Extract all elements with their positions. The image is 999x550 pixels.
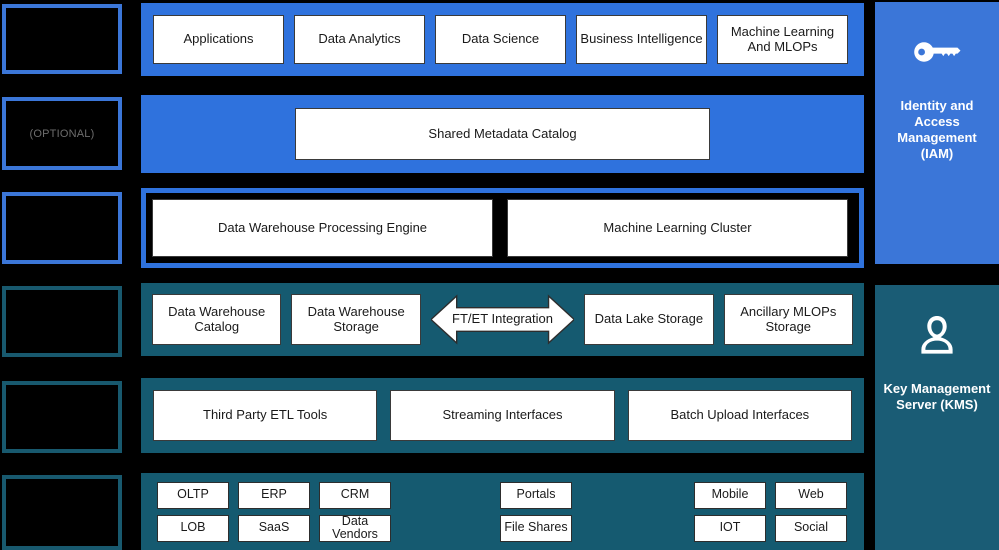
storage-cell-dw-storage-label: Data Warehouse Storage (307, 303, 405, 334)
storage-layer: Data Warehouse Catalog Data Warehouse St… (141, 283, 864, 356)
source-chip-mobile[interactable]: Mobile (694, 481, 766, 509)
source-chip-lob[interactable]: LOB (157, 514, 229, 542)
source-chip-web[interactable]: Web (775, 481, 847, 509)
ingestion-cell-batch-upload[interactable]: Batch Upload Interfaces (627, 390, 852, 441)
source-chip-file-shares-label: File Shares (504, 520, 568, 535)
source-chip-iot[interactable]: IOT (694, 514, 766, 542)
iam-panel-title: Identity and Access Management (IAM) (897, 98, 977, 161)
source-chip-data-vendors-label: Data Vendors (332, 513, 378, 541)
channel-sources: Mobile Web IOT Social (694, 481, 847, 542)
user-icon-glyph (921, 316, 953, 354)
storage-cell-data-lake[interactable]: Data Lake Storage (584, 294, 714, 345)
key-icon-glyph (914, 42, 961, 62)
source-chip-mobile-label: Mobile (711, 487, 749, 502)
content-sources-row-top: Portals (500, 481, 572, 509)
metadata-layer: Shared Metadata Catalog (141, 95, 864, 173)
processing-cell-ml-cluster-label: Machine Learning Cluster (603, 219, 752, 235)
metadata-cell-shared-catalog[interactable]: Shared Metadata Catalog (295, 108, 710, 160)
layer-stencil-6[interactable] (2, 475, 122, 550)
consumption-cell-applications-label: Applications (183, 31, 254, 47)
storage-cell-ancillary-mlops[interactable]: Ancillary MLOPs Storage (723, 294, 853, 345)
processing-cell-dw-engine-label: Data Warehouse Processing Engine (217, 219, 428, 235)
architecture-diagram: (OPTIONAL) Applications Data Analytics D… (0, 0, 999, 550)
ftet-integration-label: FT/ET Integration (452, 311, 553, 327)
consumption-cell-data-analytics-label: Data Analytics (318, 31, 401, 47)
ftet-integration-arrow[interactable]: FT/ET Integration (430, 294, 575, 345)
content-sources: Portals File Shares (500, 481, 572, 542)
source-chip-iot-label: IOT (719, 520, 741, 535)
source-chip-lob-label: LOB (180, 520, 206, 535)
user-icon (909, 315, 965, 355)
content-sources-row-bottom: File Shares (500, 514, 572, 542)
source-chip-crm-label: CRM (340, 487, 370, 502)
source-chip-social[interactable]: Social (775, 514, 847, 542)
source-chip-portals[interactable]: Portals (500, 481, 572, 509)
source-chip-portals-label: Portals (516, 487, 556, 502)
kms-panel-title: Key Management Server (KMS) (883, 381, 991, 412)
layer-stencil-5[interactable] (2, 381, 122, 453)
enterprise-sources-row-top: OLTP ERP CRM (157, 481, 391, 509)
consumption-cell-business-intelligence[interactable]: Business Intelligence (576, 15, 707, 64)
source-chip-erp-label: ERP (261, 487, 287, 502)
channel-sources-row-bottom: IOT Social (694, 514, 847, 542)
ingestion-cell-third-party-etl[interactable]: Third Party ETL Tools (153, 390, 378, 441)
consumption-cell-data-analytics[interactable]: Data Analytics (294, 15, 425, 64)
layer-stencil-2[interactable]: (OPTIONAL) (2, 97, 122, 170)
consumption-cell-machine-learning-mlops-label: Machine Learning And MLOPs (730, 23, 835, 54)
processing-cell-dw-engine[interactable]: Data Warehouse Processing Engine (152, 199, 493, 257)
ingestion-cell-streaming-label: Streaming Interfaces (442, 407, 563, 423)
enterprise-sources: OLTP ERP CRM LOB SaaS Data Vendors (157, 481, 391, 542)
layer-stencil-3[interactable] (2, 192, 122, 264)
storage-cell-dw-storage[interactable]: Data Warehouse Storage (291, 294, 421, 345)
ingestion-cell-batch-upload-label: Batch Upload Interfaces (670, 407, 810, 423)
consumption-cell-applications[interactable]: Applications (153, 15, 284, 64)
source-chip-saas[interactable]: SaaS (238, 514, 310, 542)
ingestion-cell-streaming[interactable]: Streaming Interfaces (390, 390, 615, 441)
source-chip-erp[interactable]: ERP (238, 481, 310, 509)
source-systems-layer: OLTP ERP CRM LOB SaaS Data Vendors Porta… (141, 473, 864, 550)
layer-stencil-2-label: (OPTIONAL) (29, 127, 95, 140)
storage-cell-data-lake-label: Data Lake Storage (594, 311, 704, 327)
ingestion-layer: Third Party ETL Tools Streaming Interfac… (141, 378, 864, 453)
source-chip-oltp-label: OLTP (177, 487, 209, 502)
source-chip-web-label: Web (798, 487, 824, 502)
enterprise-sources-row-bottom: LOB SaaS Data Vendors (157, 513, 391, 542)
storage-cell-dw-catalog-label: Data Warehouse Catalog (168, 303, 266, 334)
consumption-cell-data-science-label: Data Science (461, 31, 540, 47)
consumption-cell-business-intelligence-label: Business Intelligence (580, 31, 703, 47)
key-icon (909, 32, 965, 72)
consumption-cell-machine-learning-mlops[interactable]: Machine Learning And MLOPs (717, 15, 848, 64)
consumption-layer: Applications Data Analytics Data Science… (141, 3, 864, 76)
iam-panel[interactable]: Identity and Access Management (IAM) (875, 2, 999, 264)
storage-cell-ancillary-mlops-label: Ancillary MLOPs Storage (740, 303, 837, 334)
channel-sources-row-top: Mobile Web (694, 481, 847, 509)
source-chip-saas-label: SaaS (258, 520, 290, 535)
source-chip-social-label: Social (793, 520, 829, 535)
processing-cell-ml-cluster[interactable]: Machine Learning Cluster (507, 199, 848, 257)
layer-stencil-1[interactable] (2, 4, 122, 74)
ingestion-cell-third-party-etl-label: Third Party ETL Tools (203, 407, 328, 423)
source-chip-file-shares[interactable]: File Shares (500, 514, 572, 542)
storage-cell-dw-catalog[interactable]: Data Warehouse Catalog (152, 294, 282, 345)
kms-panel[interactable]: Key Management Server (KMS) (875, 285, 999, 550)
source-chip-data-vendors[interactable]: Data Vendors (319, 513, 391, 542)
metadata-cell-shared-catalog-label: Shared Metadata Catalog (428, 125, 577, 141)
layer-stencil-4[interactable] (2, 286, 122, 357)
consumption-cell-data-science[interactable]: Data Science (435, 15, 566, 64)
source-chip-oltp[interactable]: OLTP (157, 481, 229, 509)
source-chip-crm[interactable]: CRM (319, 481, 391, 509)
processing-layer: Data Warehouse Processing Engine Machine… (141, 188, 864, 268)
